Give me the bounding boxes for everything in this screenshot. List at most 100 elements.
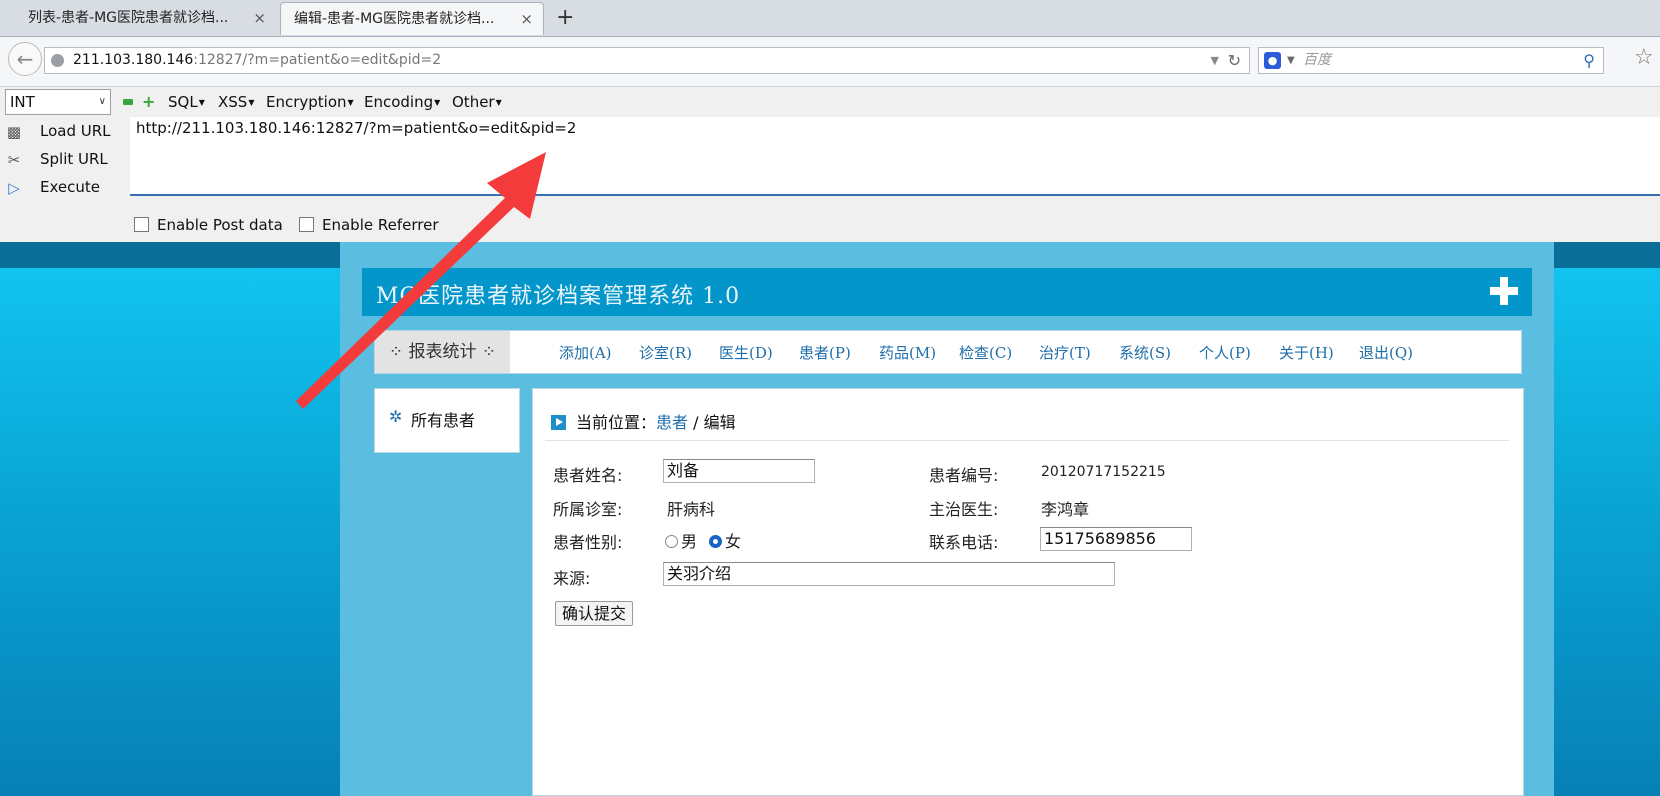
address-bar[interactable]: 211.103.180.146:12827/?m=patient&o=edit&…: [44, 47, 1250, 74]
execute-label: Execute: [40, 178, 100, 196]
nav-add[interactable]: 添加(A): [559, 342, 612, 363]
chevron-down-icon: ▼: [248, 98, 255, 107]
patient-name-label: 患者姓名:: [553, 466, 623, 485]
patient-number-value: 20120717152215: [1041, 464, 1166, 480]
menu-label: SQL: [168, 93, 198, 111]
doctor-value: 李鸿章: [1041, 500, 1090, 519]
app-title: MG医院患者就诊档案管理系统 1.0: [376, 284, 741, 309]
url-textarea[interactable]: http://211.103.180.146:12827/?m=patient&…: [130, 117, 1660, 196]
address-text: 211.103.180.146:12827/?m=patient&o=edit&…: [73, 48, 441, 73]
search-icon[interactable]: ⚲: [1583, 48, 1595, 73]
patient-number-label: 患者编号:: [929, 466, 999, 485]
tab-label: 列表-患者-MG医院患者就诊档...: [28, 10, 229, 26]
encoding-type-select[interactable]: INT ∨: [5, 89, 111, 115]
breadcrumb-prefix: 当前位置：: [576, 413, 657, 432]
nav-patients[interactable]: 患者(P): [799, 342, 851, 363]
search-box[interactable]: ● ▼ 百度 ⚲: [1258, 47, 1604, 74]
menu-encoding[interactable]: Encoding▼: [364, 93, 440, 111]
menu-xss[interactable]: XSS▼: [218, 93, 254, 111]
source-label: 来源:: [553, 569, 591, 588]
play-icon: [551, 415, 566, 430]
app-header: MG医院患者就诊档案管理系统 1.0: [362, 268, 1532, 316]
split-url-button[interactable]: ✂ Split URL: [0, 147, 122, 173]
load-icon: ▩: [6, 123, 22, 141]
nav-about[interactable]: 关于(H): [1279, 342, 1334, 363]
gender-female-label: 女: [725, 532, 742, 551]
gender-male-label: 男: [681, 532, 698, 551]
submit-button[interactable]: 确认提交: [555, 601, 633, 626]
gender-label: 患者性别:: [553, 533, 623, 552]
close-icon[interactable]: ×: [520, 3, 533, 36]
nav-drugs[interactable]: 药品(M): [879, 342, 936, 363]
nav-personal[interactable]: 个人(P): [1199, 342, 1251, 363]
chevron-down-icon: ▼: [434, 98, 441, 107]
nav-checks[interactable]: 检查(C): [959, 342, 1012, 363]
search-engine-icon[interactable]: ●: [1264, 52, 1281, 69]
main-navigation: ⁘ 报表统计 ⁘ 添加(A) 诊室(R) 医生(D) 患者(P) 药品(M) 检…: [374, 330, 1522, 374]
report-stats-tab[interactable]: ⁘ 报表统计 ⁘: [375, 331, 510, 373]
load-url-label: Load URL: [40, 122, 111, 140]
gender-radio-male[interactable]: 男: [665, 528, 697, 552]
divider: [545, 440, 1509, 441]
tab-label: 编辑-患者-MG医院患者就诊档...: [294, 11, 495, 27]
execute-button[interactable]: ▷ Execute: [0, 175, 122, 201]
play-icon: ▷: [8, 179, 20, 197]
enable-post-data-checkbox[interactable]: Enable Post data: [134, 216, 283, 234]
chevron-down-icon[interactable]: ▼: [1287, 48, 1295, 73]
enable-referrer-checkbox[interactable]: Enable Referrer: [299, 216, 438, 234]
patient-name-field[interactable]: 刘备: [663, 459, 815, 483]
nav-system[interactable]: 系统(S): [1119, 342, 1171, 363]
chevron-down-icon: ▼: [198, 98, 205, 107]
address-path: :12827/?m=patient&o=edit&pid=2: [193, 52, 442, 68]
navigation-bar: ← 211.103.180.146:12827/?m=patient&o=edi…: [0, 37, 1660, 87]
menu-label: XSS: [218, 93, 248, 111]
main-content: 当前位置：患者 / 编辑 患者姓名: 刘备 患者编号: 201207171522…: [532, 388, 1524, 796]
checkbox-box[interactable]: [134, 217, 149, 232]
address-host: 211.103.180.146: [73, 52, 194, 68]
close-icon[interactable]: ×: [253, 2, 266, 35]
history-dropdown-icon[interactable]: ▼: [1211, 48, 1219, 73]
department-label: 所属诊室:: [553, 500, 623, 519]
chevron-down-icon: ▼: [495, 98, 502, 107]
asterisk-icon: ✲: [389, 407, 403, 426]
tab-patient-edit[interactable]: 编辑-患者-MG医院患者就诊档... ×: [280, 2, 544, 35]
menu-label: Encryption: [266, 93, 347, 111]
new-tab-button[interactable]: +: [556, 4, 574, 32]
nav-logout[interactable]: 退出(Q): [1359, 342, 1413, 363]
breadcrumb-link-patients[interactable]: 患者: [656, 413, 688, 432]
gender-radio-female[interactable]: 女: [709, 528, 741, 552]
radio-male[interactable]: [665, 535, 678, 548]
department-value: 肝病科: [667, 500, 716, 519]
breadcrumb-separator: /: [688, 413, 704, 432]
checkbox-box[interactable]: [299, 217, 314, 232]
tab-patient-list[interactable]: 列表-患者-MG医院患者就诊档... ×: [4, 2, 276, 35]
select-value: INT: [10, 93, 35, 111]
decrease-button[interactable]: [123, 99, 133, 105]
sidebar: ✲ 所有患者: [374, 388, 520, 453]
tab-bar: 列表-患者-MG医院患者就诊档... × 编辑-患者-MG医院患者就诊档... …: [0, 0, 1660, 37]
source-field[interactable]: 关羽介绍: [663, 562, 1115, 586]
nav-rooms[interactable]: 诊室(R): [639, 342, 692, 363]
radio-female[interactable]: [709, 535, 722, 548]
back-arrow-icon: ←: [16, 47, 34, 71]
menu-other[interactable]: Other▼: [452, 93, 502, 111]
chevron-down-icon: ∨: [98, 96, 106, 107]
bookmark-star-icon[interactable]: ☆: [1634, 45, 1654, 70]
phone-label: 联系电话:: [929, 533, 999, 552]
increase-button[interactable]: +: [142, 93, 155, 111]
hackbar-panel: INT ∨ + SQL▼ XSS▼ Encryption▼ Encoding▼ …: [0, 87, 1660, 242]
menu-sql[interactable]: SQL▼: [168, 93, 205, 111]
menu-encryption[interactable]: Encryption▼: [266, 93, 354, 111]
globe-icon: [51, 54, 64, 67]
checkbox-label: Enable Referrer: [322, 216, 439, 234]
nav-treatment[interactable]: 治疗(T): [1039, 342, 1091, 363]
search-input[interactable]: 百度: [1303, 48, 1331, 73]
reload-icon[interactable]: ↻: [1228, 48, 1241, 73]
load-url-button[interactable]: ▩ Load URL: [0, 119, 122, 145]
breadcrumb-current: 编辑: [703, 413, 736, 432]
nav-doctors[interactable]: 医生(D): [719, 342, 773, 363]
back-button[interactable]: ←: [8, 42, 42, 76]
phone-field[interactable]: 15175689856: [1040, 527, 1192, 551]
sidebar-item-all-patients[interactable]: 所有患者: [411, 407, 475, 431]
chevron-down-icon: ▼: [347, 98, 354, 107]
